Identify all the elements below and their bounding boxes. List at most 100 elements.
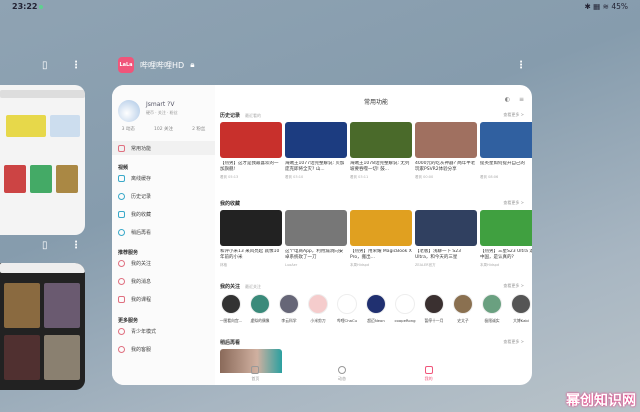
followed-user[interactable]: 一图看向宫... [216,294,246,324]
see-more-link[interactable]: 查看更多 > [503,200,524,206]
avatar[interactable] [453,294,473,314]
video-meta: 林格 [220,263,227,267]
avatar[interactable] [395,294,415,314]
video-title: 4000元的吃灰神器? 两年半老玩家PSVR2体验分享 [415,161,476,172]
avatar[interactable] [250,294,270,314]
followed-user[interactable]: 哔哩ChaCu [332,294,362,324]
avatar[interactable] [221,294,241,314]
avatar[interactable] [279,294,299,314]
course-icon [118,296,125,303]
avatar[interactable] [337,294,357,314]
lock-icon[interactable]: 🔒︎ [190,60,194,70]
sidebar-item-messages[interactable]: 我的消息 [118,278,151,285]
video-card[interactable]: 【热男】用荣耀 MagicBook X Pro，搬出... 本周Hidspd [350,210,412,268]
video-title: 【老板】浅聊一下 S23 Ultra，和今天的三星 [415,249,462,260]
recent-app-window-1[interactable] [0,85,85,235]
user-name: 李云科学 [281,318,297,323]
video-card[interactable]: 4000元的吃灰神器? 两年半老玩家PSVR2体验分享 看到 00:00 [415,122,477,180]
sidebar-item-favorites[interactable]: 我的收藏 [118,211,151,218]
video-thumbnail[interactable] [480,210,532,246]
avatar[interactable] [366,294,386,314]
followed-user[interactable]: 超迈Neon [361,294,391,324]
sidebar-group-title: 推荐服务 [118,250,139,256]
main-content: 常用功能 ◐ ≡ 历史记录 最近看的 查看更多 > 【热男】这才是我最喜欢的一加旗… [220,85,532,385]
sidebar: Jsmart ?V 硬币 · 关注 · 粉丝 3 动态 102 关注 2 粉丝 … [112,85,215,385]
video-thumbnail[interactable] [220,122,282,158]
theme-icon[interactable]: ◐ [505,96,510,103]
video-meta: 本周Hidspd [480,263,500,267]
followed-user[interactable]: 暂停十一月 [419,294,449,324]
followed-user[interactable]: 小米剪刀 [303,294,333,324]
avatar[interactable] [308,294,328,314]
followed-user[interactable]: 李云科学 [274,294,304,324]
video-card[interactable]: 提英星如何提升自己的 看到 08:06 [480,122,532,180]
followed-user[interactable]: 史太子 [448,294,478,324]
sidebar-group-title: 更多服务 [118,318,139,324]
sidebar-item-support[interactable]: 我的客服 [118,346,151,353]
user-name: 虚拟的偶像 [250,318,270,323]
split-screen-icon[interactable]: ▯ [42,240,48,251]
followed-user[interactable]: 大博Kabi [506,294,532,324]
app-header: LaLa 哔哩哔哩HD 🔒︎ [118,57,194,73]
nav-home[interactable]: 首页 [251,363,260,385]
sidebar-item-label: 离线缓存 [131,176,152,182]
video-title: 提英星如何提升自己的 [480,161,525,166]
user-sub: 硬币 · 关注 · 粉丝 [146,110,178,115]
followed-user[interactable]: coopeRong [390,294,420,323]
avatar[interactable] [482,294,502,314]
split-screen-icon[interactable]: ▯ [42,60,48,71]
see-more-link[interactable]: 查看更多 > [503,339,524,345]
section-title: 稍后再看 [220,340,241,346]
user-name: 一图看向宫... [219,318,243,323]
video-card[interactable]: 【热男】这才是我最喜欢的一加旗舰! 看到 05:13 [220,122,282,180]
video-thumbnail[interactable] [285,122,347,158]
see-more-link[interactable]: 查看更多 > [503,283,524,289]
sidebar-item-history[interactable]: 历史记录 [118,193,151,200]
sidebar-item-label: 我的客服 [131,347,152,353]
more-icon[interactable]: ⋮ [71,240,81,251]
video-card[interactable]: 【热男】三星S23 Ultra 退出中国，是认真的? 本周Hidspd [480,210,532,268]
stat-dynamics[interactable]: 3 动态 [122,126,135,132]
video-card[interactable]: 和评小米13 来风亮起 就像10年前的小米 林格 [220,210,282,268]
video-thumbnail[interactable] [285,210,347,246]
sidebar-item-offline[interactable]: 离线缓存 [118,175,151,182]
stat-following[interactable]: 102 关注 [154,126,173,132]
nav-mine[interactable]: 我的 [424,363,433,385]
fan-icon [337,366,346,374]
more-icon[interactable]: ⋮ [516,60,526,71]
video-thumbnail[interactable] [480,122,532,158]
play-later-icon [118,229,125,236]
stat-fans[interactable]: 2 粉丝 [192,126,205,132]
nav-dynamics[interactable]: 动态 [337,363,346,385]
app-window[interactable]: Jsmart ?V 硬币 · 关注 · 粉丝 3 动态 102 关注 2 粉丝 … [112,85,532,385]
bottom-nav: 首页 动态 我的 [212,363,472,385]
followed-user[interactable]: 极限诚实 [477,294,507,324]
video-thumbnail[interactable] [350,122,412,158]
recent-app-window-2[interactable] [0,263,85,390]
sidebar-item-teen-mode[interactable]: 青少年模式 [118,328,156,335]
username[interactable]: Jsmart ?V [146,101,174,108]
video-thumbnail[interactable] [350,210,412,246]
followed-user[interactable]: 虚拟的偶像 [245,294,275,324]
video-card[interactable]: 海贼王1078话完整解说: 无列坡要吞噬一切! 鼓... 看到 03:11 [350,122,412,180]
menu-icon[interactable]: ≡ [519,96,524,103]
sidebar-item-following[interactable]: 我的关注 [118,260,151,267]
video-thumbnail[interactable] [415,122,477,158]
video-card[interactable]: 这个电商App，利用漏洞向安卓系统砍了一刀 LuoAer [285,210,347,267]
avatar[interactable] [424,294,444,314]
video-thumbnail[interactable] [220,210,282,246]
video-thumbnail[interactable] [415,210,477,246]
user-name: coopeRong [394,318,416,323]
person-icon [118,260,125,267]
avatar[interactable] [511,294,531,314]
video-card[interactable]: 海贼王1077话完整解说: 贝加庞克即将全灭? 山... 看到 03:10 [285,122,347,180]
more-icon[interactable]: ⋮ [71,60,81,71]
sidebar-item-label: 我的关注 [131,261,152,267]
video-card[interactable]: 【老板】浅聊一下 S23 Ultra，和今天的三星 ZEALER官方 [415,210,477,268]
video-meta: 看到 08:06 [480,175,499,179]
sidebar-item-watch-later[interactable]: 稍后再看 [118,229,151,236]
see-more-link[interactable]: 查看更多 > [503,112,524,118]
sidebar-item-courses[interactable]: 我的课程 [118,296,151,303]
avatar[interactable] [118,100,140,122]
sidebar-item-common[interactable]: 常用功能 [112,141,215,155]
